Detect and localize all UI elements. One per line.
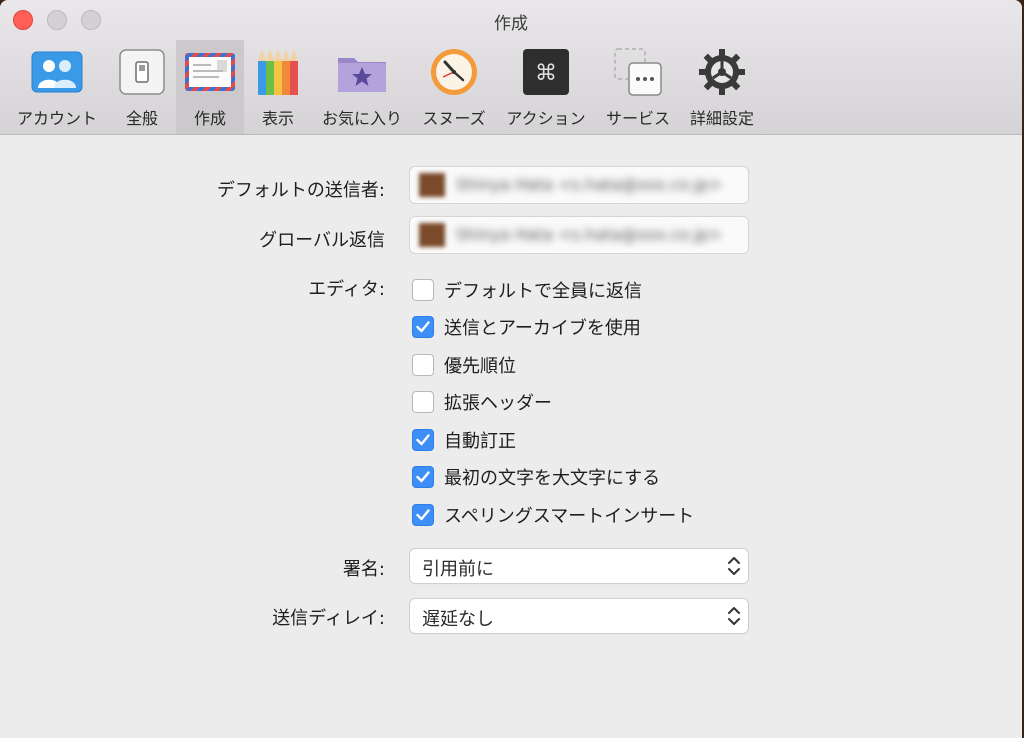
window-title: 作成 — [494, 14, 528, 34]
compose-settings-panel: デフォルトの送信者: Shinya Hata <s.hata@xxx.co.jp… — [0, 135, 1022, 738]
tab-snooze-label: スヌーズ — [422, 109, 486, 128]
default-sender-field[interactable]: Shinya Hata <s.hata@xxx.co.jp> — [410, 167, 748, 203]
svg-text:⌘: ⌘ — [535, 61, 557, 86]
signature-label: 署名: — [342, 559, 385, 580]
signature-select-value: 引用前に — [422, 559, 494, 580]
up-down-arrows-icon — [728, 607, 740, 625]
option-extended-headers[interactable]: 拡張ヘッダー — [412, 389, 552, 415]
checkmark-icon — [416, 321, 430, 333]
tab-display[interactable]: 表示 — [248, 40, 308, 134]
tab-advanced-label: 詳細設定 — [689, 109, 754, 128]
global-reply-value: Shinya Hata <s.hata@xxx.co.jp> — [456, 225, 722, 244]
tab-actions[interactable]: ⌘ アクション — [500, 40, 592, 134]
option-smart-insert[interactable]: スペリングスマートインサート — [412, 502, 694, 528]
option-label: 拡張ヘッダー — [444, 393, 552, 414]
checkbox[interactable] — [412, 279, 434, 301]
tab-general-label: 全般 — [125, 109, 158, 128]
signature-select[interactable]: 引用前に — [410, 549, 748, 583]
option-label: 送信とアーカイブを使用 — [444, 318, 641, 339]
checkmark-icon — [416, 434, 430, 446]
default-sender-label: デフォルトの送信者: — [216, 180, 385, 201]
services-dots-icon — [612, 46, 664, 98]
option-autocorrect[interactable]: 自動訂正 — [412, 427, 516, 453]
title-bar: 作成 アカウント 全般 作成 表示 お気に入り スヌーズ ⌘ アクション サービ… — [0, 0, 1022, 135]
accounts-icon — [31, 46, 83, 98]
checkmark-icon — [416, 509, 430, 521]
checkmark-icon — [416, 471, 430, 483]
tab-general[interactable]: 全般 — [110, 40, 174, 134]
send-delay-select-value: 遅延なし — [422, 609, 494, 630]
avatar — [419, 173, 445, 197]
tab-advanced[interactable]: 詳細設定 — [684, 40, 760, 134]
option-priority[interactable]: 優先順位 — [412, 352, 516, 378]
tab-snooze[interactable]: スヌーズ — [414, 40, 494, 134]
clock-icon — [428, 46, 480, 98]
gear-icon — [696, 46, 748, 98]
avatar — [419, 223, 445, 247]
tab-favorites[interactable]: お気に入り — [316, 40, 408, 134]
tab-actions-label: アクション — [506, 109, 586, 128]
option-send-and-archive[interactable]: 送信とアーカイブを使用 — [412, 314, 641, 340]
tab-services[interactable]: サービス — [600, 40, 676, 134]
checkbox-checked[interactable] — [412, 429, 434, 451]
send-delay-select[interactable]: 遅延なし — [410, 599, 748, 633]
global-reply-field[interactable]: Shinya Hata <s.hata@xxx.co.jp> — [410, 217, 748, 253]
preferences-window: 作成 アカウント 全般 作成 表示 お気に入り スヌーズ ⌘ アクション サービ… — [0, 0, 1022, 738]
up-down-arrows-icon — [728, 557, 740, 575]
command-key-icon: ⌘ — [520, 46, 572, 98]
color-pencils-icon — [252, 46, 304, 98]
option-label: 最初の文字を大文字にする — [444, 468, 661, 489]
general-switch-icon — [116, 46, 168, 98]
tab-display-label: 表示 — [261, 109, 294, 128]
editor-label: エディタ: — [308, 279, 385, 300]
option-label: 自動訂正 — [444, 431, 516, 452]
option-reply-all-default[interactable]: デフォルトで全員に返信 — [412, 277, 642, 303]
airmail-envelope-icon — [184, 46, 236, 98]
checkbox-checked[interactable] — [412, 316, 434, 338]
tab-accounts[interactable]: アカウント — [10, 40, 104, 134]
option-capitalize-first[interactable]: 最初の文字を大文字にする — [412, 464, 660, 490]
option-label: 優先順位 — [444, 356, 516, 377]
checkbox[interactable] — [412, 391, 434, 413]
tab-compose-label: 作成 — [193, 109, 226, 128]
tab-compose[interactable]: 作成 — [176, 40, 244, 134]
send-delay-label: 送信ディレイ: — [272, 608, 385, 629]
tab-accounts-label: アカウント — [16, 109, 97, 128]
tab-services-label: サービス — [605, 109, 670, 128]
global-reply-label: グローバル返信 — [259, 230, 385, 251]
checkbox-checked[interactable] — [412, 504, 434, 526]
option-label: スペリングスマートインサート — [444, 506, 695, 527]
tab-favorites-label: お気に入り — [321, 109, 402, 128]
option-label: デフォルトで全員に返信 — [444, 281, 642, 302]
checkbox-checked[interactable] — [412, 466, 434, 488]
default-sender-value: Shinya Hata <s.hata@xxx.co.jp> — [456, 175, 722, 194]
checkbox[interactable] — [412, 354, 434, 376]
star-folder-icon — [336, 46, 388, 98]
